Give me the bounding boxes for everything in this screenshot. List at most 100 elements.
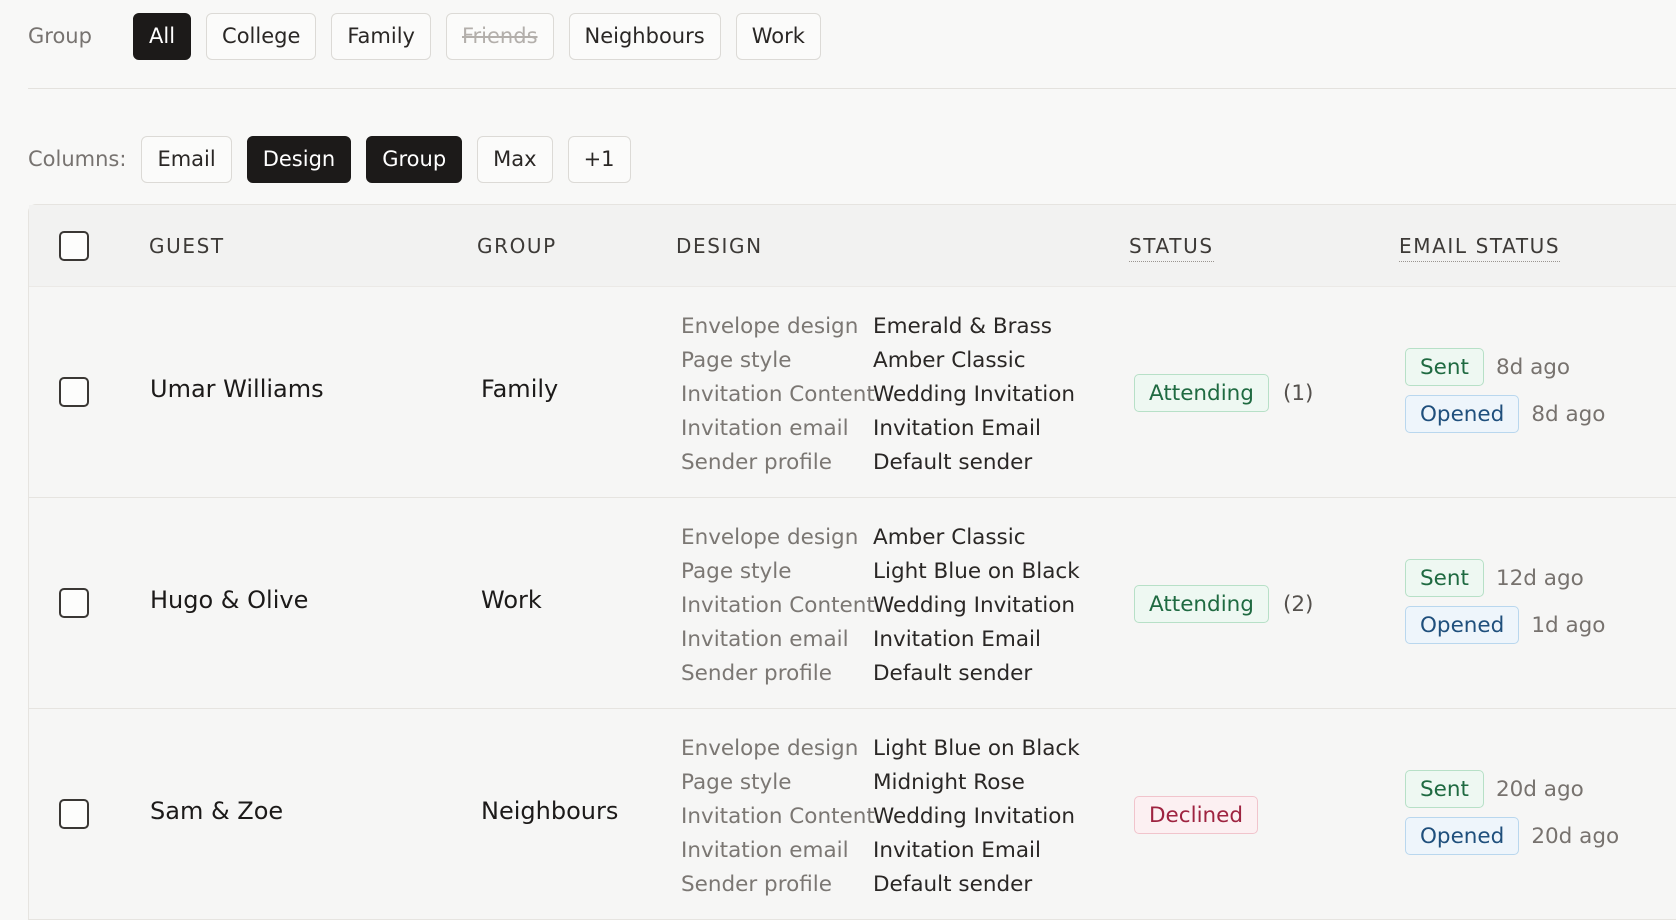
- group-filter-bar: Group All College Family Friends Neighbo…: [28, 12, 836, 60]
- email-status: Sent 12d ago Opened 1d ago: [1405, 558, 1605, 652]
- design-invitation-content: Invitation Content Wedding Invitation: [681, 799, 1080, 833]
- column-chip-plus-one[interactable]: +1: [567, 135, 631, 183]
- design-key: Invitation Content: [681, 803, 875, 829]
- opened-badge: Opened: [1405, 395, 1520, 433]
- status-badge: Declined: [1134, 796, 1259, 834]
- design-value: Amber Classic: [873, 347, 1026, 373]
- design-envelope: Envelope design Emerald & Brass: [681, 309, 1075, 343]
- header-group[interactable]: GROUP: [477, 205, 557, 287]
- table-row[interactable]: Umar Williams Family Envelope design Emer…: [29, 287, 1676, 498]
- table-row[interactable]: Hugo & Olive Work Envelope design Amber C…: [29, 498, 1676, 709]
- sent-badge: Sent: [1405, 348, 1484, 386]
- column-chip-design[interactable]: Design: [246, 135, 352, 183]
- columns-label: Columns:: [28, 147, 127, 171]
- design-envelope: Envelope design Light Blue on Black: [681, 731, 1080, 765]
- design-value: Default sender: [873, 871, 1033, 897]
- guest-list-page: Group All College Family Friends Neighbo…: [0, 0, 1676, 920]
- sent-time: 8d ago: [1495, 354, 1571, 380]
- header-design[interactable]: DESIGN: [676, 205, 763, 287]
- design-page-style: Page style Light Blue on Black: [681, 554, 1080, 588]
- table-header: GUEST GROUP DESIGN STATUS EMAIL STATUS: [29, 205, 1676, 287]
- guest-name[interactable]: Umar Williams: [150, 375, 324, 403]
- party-count: (1): [1282, 380, 1314, 406]
- design-details: Envelope design Emerald & Brass Page styl…: [681, 309, 1075, 479]
- design-key: Envelope design: [681, 524, 859, 550]
- design-value: Default sender: [873, 660, 1033, 686]
- group-filter-label: Group: [28, 24, 92, 48]
- status-badge: Attending: [1134, 585, 1269, 623]
- design-sender-profile: Sender profile Default sender: [681, 867, 1080, 901]
- group-chip-friends[interactable]: Friends: [445, 12, 554, 60]
- column-chip-group[interactable]: Group: [366, 135, 463, 183]
- design-invitation-email: Invitation email Invitation Email: [681, 622, 1080, 656]
- header-email-status-label: EMAIL STATUS: [1399, 234, 1561, 262]
- design-key: Page style: [681, 769, 792, 795]
- design-details: Envelope design Light Blue on Black Page …: [681, 731, 1080, 901]
- column-chip-max[interactable]: Max: [477, 135, 553, 183]
- design-key: Sender profile: [681, 449, 832, 475]
- design-page-style: Page style Amber Classic: [681, 343, 1075, 377]
- design-value: Emerald & Brass: [873, 313, 1052, 339]
- sent-badge: Sent: [1405, 559, 1484, 597]
- guest-table: GUEST GROUP DESIGN STATUS EMAIL STATUS U…: [28, 204, 1676, 920]
- row-checkbox[interactable]: [59, 377, 89, 407]
- header-email-status[interactable]: EMAIL STATUS: [1399, 205, 1561, 287]
- opened-badge: Opened: [1405, 606, 1520, 644]
- design-key: Envelope design: [681, 735, 859, 761]
- header-status[interactable]: STATUS: [1129, 205, 1214, 287]
- design-key: Invitation email: [681, 837, 849, 863]
- select-all-checkbox[interactable]: [59, 231, 89, 261]
- design-value: Light Blue on Black: [873, 735, 1080, 761]
- design-value: Amber Classic: [873, 524, 1026, 550]
- guest-group: Neighbours: [481, 797, 619, 825]
- guest-name[interactable]: Hugo & Olive: [150, 586, 308, 614]
- design-value: Invitation Email: [873, 837, 1041, 863]
- filter-divider: [28, 88, 1676, 89]
- design-key: Page style: [681, 558, 792, 584]
- guest-name[interactable]: Sam & Zoe: [150, 797, 283, 825]
- design-key: Envelope design: [681, 313, 859, 339]
- design-page-style: Page style Midnight Rose: [681, 765, 1080, 799]
- design-envelope: Envelope design Amber Classic: [681, 520, 1080, 554]
- design-value: Invitation Email: [873, 415, 1041, 441]
- header-status-label: STATUS: [1129, 234, 1214, 262]
- column-chip-email[interactable]: Email: [141, 135, 232, 183]
- header-guest[interactable]: GUEST: [149, 205, 225, 287]
- design-key: Invitation Content: [681, 381, 875, 407]
- group-chip-college[interactable]: College: [206, 12, 317, 60]
- design-invitation-content: Invitation Content Wedding Invitation: [681, 377, 1075, 411]
- design-key: Invitation Content: [681, 592, 875, 618]
- email-status: Sent 8d ago Opened 8d ago: [1405, 347, 1605, 441]
- design-value: Wedding Invitation: [873, 592, 1076, 618]
- design-value: Wedding Invitation: [873, 381, 1076, 407]
- group-chip-neighbours[interactable]: Neighbours: [568, 12, 721, 60]
- design-invitation-email: Invitation email Invitation Email: [681, 833, 1080, 867]
- sent-time: 12d ago: [1495, 565, 1584, 591]
- table-body: Umar Williams Family Envelope design Emer…: [29, 287, 1676, 920]
- table-row[interactable]: Sam & Zoe Neighbours Envelope design Ligh…: [29, 709, 1676, 920]
- columns-filter-bar: Columns: Email Design Group Max +1: [28, 135, 646, 183]
- rsvp-status: Declined: [1134, 796, 1272, 834]
- design-value: Light Blue on Black: [873, 558, 1080, 584]
- group-chip-work[interactable]: Work: [735, 12, 821, 60]
- party-count: (2): [1282, 591, 1314, 617]
- row-checkbox[interactable]: [59, 588, 89, 618]
- design-details: Envelope design Amber Classic Page style L…: [681, 520, 1080, 690]
- row-checkbox[interactable]: [59, 799, 89, 829]
- email-status: Sent 20d ago Opened 20d ago: [1405, 769, 1619, 863]
- guest-group: Work: [481, 586, 542, 614]
- design-key: Invitation email: [681, 415, 849, 441]
- design-value: Midnight Rose: [873, 769, 1025, 795]
- opened-time: 8d ago: [1531, 401, 1606, 427]
- design-key: Sender profile: [681, 871, 832, 897]
- design-invitation-email: Invitation email Invitation Email: [681, 411, 1075, 445]
- design-value: Invitation Email: [873, 626, 1041, 652]
- group-chip-family[interactable]: Family: [331, 12, 431, 60]
- design-key: Invitation email: [681, 626, 849, 652]
- rsvp-status: Attending (2): [1134, 585, 1313, 623]
- opened-time: 20d ago: [1531, 823, 1620, 849]
- design-value: Default sender: [873, 449, 1033, 475]
- rsvp-status: Attending (1): [1134, 374, 1313, 412]
- guest-group: Family: [481, 375, 559, 403]
- group-chip-all[interactable]: All: [133, 12, 192, 60]
